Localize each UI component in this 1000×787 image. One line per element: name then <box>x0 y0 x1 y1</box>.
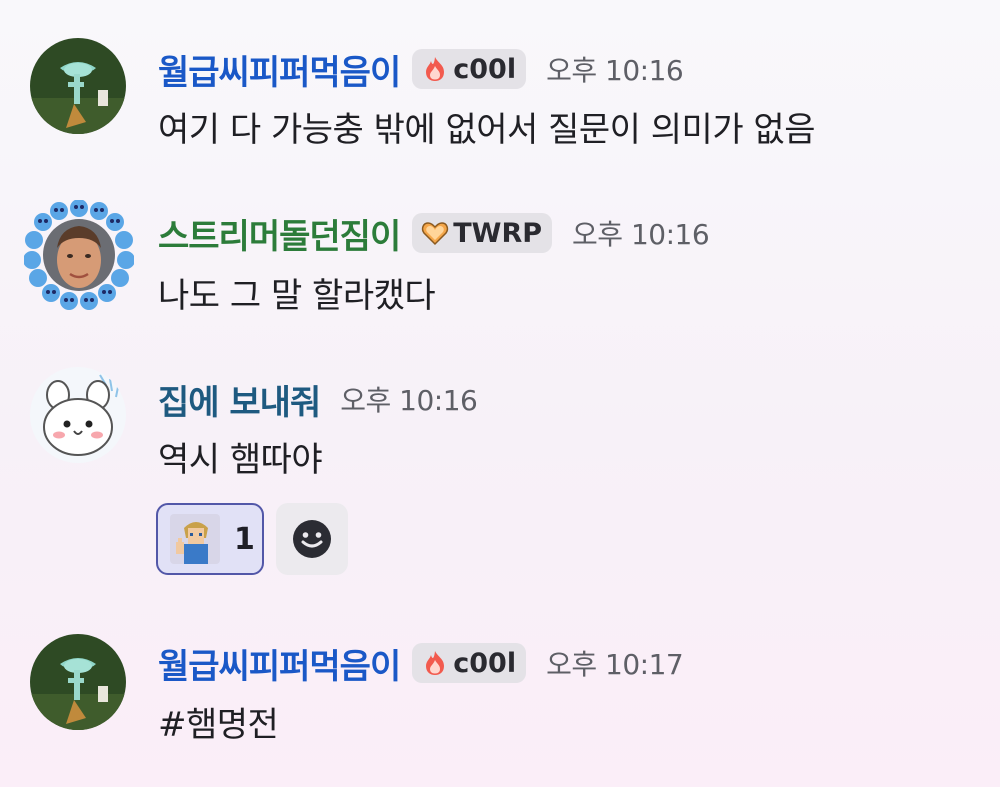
username[interactable]: 월급씨피퍼먹음이 <box>158 639 401 688</box>
link-thumbs-up-emoji <box>170 514 220 564</box>
flame-icon <box>426 57 445 81</box>
message-content: 여기 다 가능충 밖에 없어서 질문이 의미가 없음 <box>158 110 815 150</box>
username[interactable]: 집에 보내줘 <box>158 375 321 424</box>
server-tag[interactable]: c00l <box>412 643 527 683</box>
reaction-button[interactable]: 1 <box>156 503 264 575</box>
avatar[interactable] <box>30 38 126 134</box>
flame-icon <box>426 651 445 675</box>
username[interactable]: 스트리머돌던짐이 <box>158 209 401 258</box>
avatar[interactable] <box>24 200 134 310</box>
heart-icon <box>422 222 449 246</box>
add-reaction-button[interactable] <box>276 503 348 575</box>
message-content: 역시 햄따야 <box>158 440 323 480</box>
username[interactable]: 월급씨피퍼먹음이 <box>158 45 401 94</box>
timestamp[interactable]: 오후 10:16 <box>340 379 478 419</box>
timestamp[interactable]: 오후 10:16 <box>572 213 710 253</box>
message-content: #햄명전 <box>158 705 279 745</box>
server-tag[interactable]: TWRP <box>412 213 553 253</box>
server-tag[interactable]: c00l <box>412 49 527 89</box>
smiley-icon <box>293 520 331 558</box>
message-content: 나도 그 말 할라캤다 <box>158 276 436 316</box>
timestamp[interactable]: 오후 10:17 <box>546 643 684 683</box>
timestamp[interactable]: 오후 10:16 <box>546 49 684 89</box>
reaction-count: 1 <box>234 521 255 557</box>
avatar[interactable] <box>30 634 126 730</box>
server-tag-label: TWRP <box>453 217 543 249</box>
avatar[interactable] <box>30 367 126 463</box>
server-tag-label: c00l <box>453 647 517 679</box>
server-tag-label: c00l <box>453 53 517 85</box>
